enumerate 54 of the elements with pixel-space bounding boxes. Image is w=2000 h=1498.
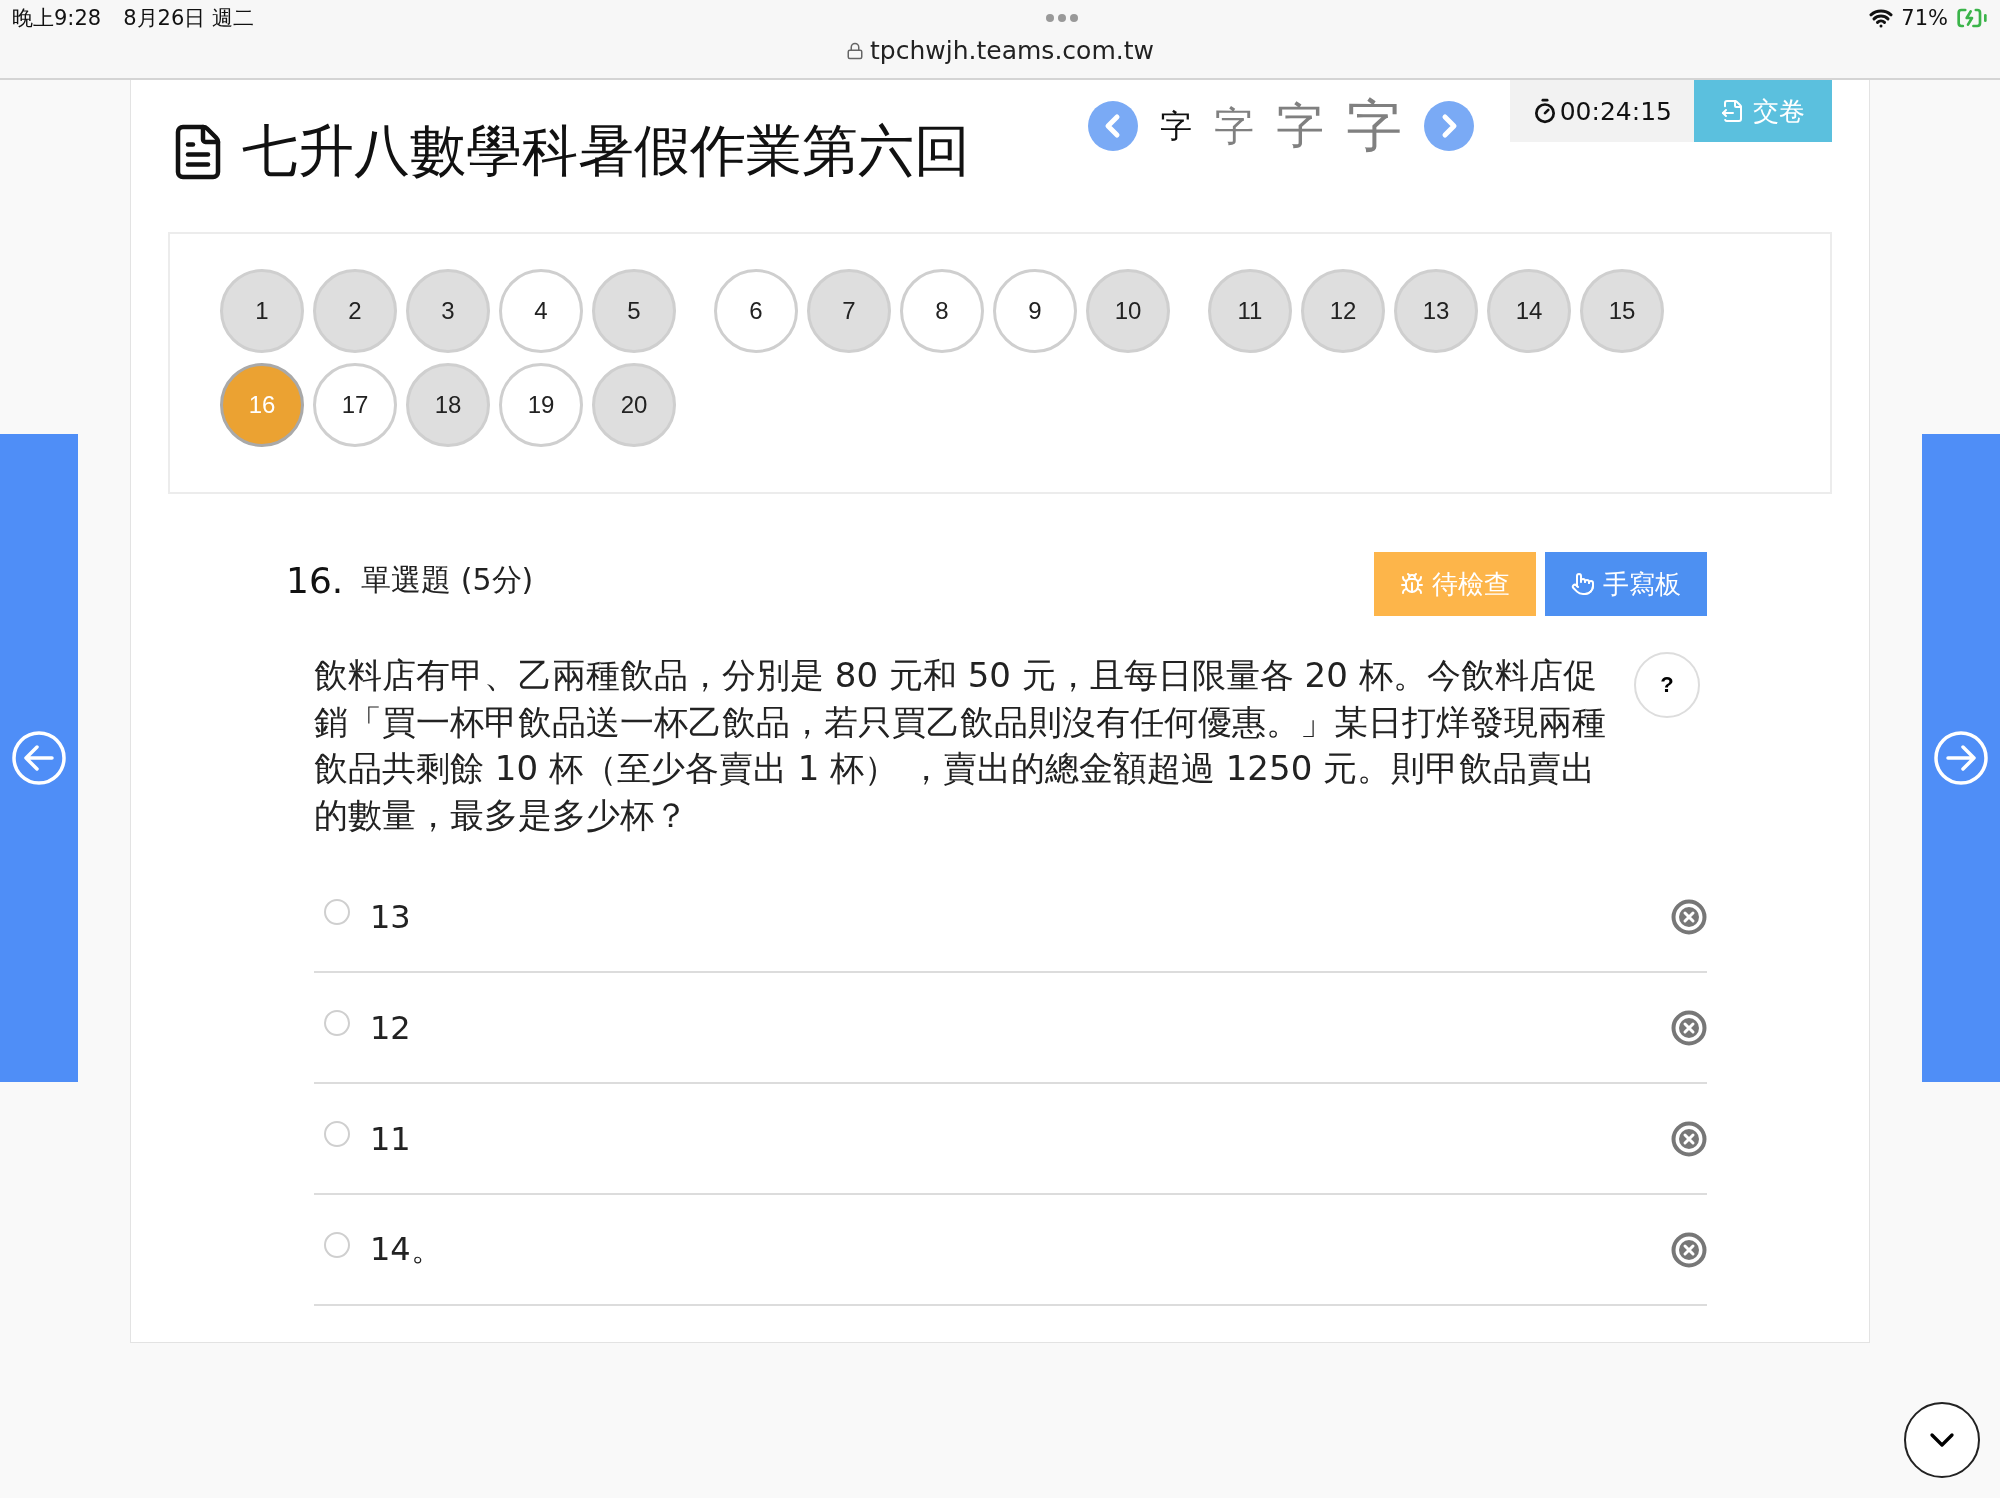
question-number-button[interactable]: 12 [1301, 269, 1385, 353]
font-size-option[interactable]: 字 [1213, 106, 1254, 146]
question-number-button[interactable]: 20 [592, 363, 676, 447]
timer-display: 00:24:15 [1509, 80, 1694, 142]
bug-icon [1400, 572, 1424, 596]
arrow-left-circle-icon [11, 730, 67, 786]
font-size-option[interactable]: 字 [1275, 102, 1324, 150]
remove-option-icon[interactable] [1671, 1009, 1707, 1046]
radio-button[interactable] [324, 1231, 350, 1258]
font-larger-button[interactable] [1423, 101, 1474, 151]
question-number-button[interactable]: 4 [499, 269, 583, 353]
option-text[interactable]: 11 [370, 1119, 1671, 1158]
help-button[interactable]: ? [1634, 652, 1700, 718]
question-number-button[interactable]: 11 [1208, 269, 1292, 353]
question-number-button[interactable]: 7 [807, 269, 891, 353]
question-number-button[interactable]: 19 [499, 363, 583, 447]
hand-pointer-icon [1571, 572, 1595, 596]
option-text[interactable]: 13 [370, 897, 1671, 936]
font-size-option[interactable]: 字 [1345, 98, 1402, 154]
question-number-button[interactable]: 10 [1086, 269, 1170, 353]
question-number-button[interactable]: 3 [406, 269, 490, 353]
lock-icon [846, 41, 865, 60]
question-number-button[interactable]: 8 [900, 269, 984, 353]
remove-option-icon[interactable] [1671, 898, 1707, 935]
question-number-button[interactable]: 14 [1487, 269, 1571, 353]
question-number-button[interactable]: 2 [313, 269, 397, 353]
font-smaller-button[interactable] [1087, 101, 1138, 151]
more-dots-icon[interactable] [1044, 13, 1079, 23]
question-number: 16. [286, 559, 344, 601]
question-number-button[interactable]: 15 [1580, 269, 1664, 353]
question-number-button[interactable]: 6 [714, 269, 798, 353]
arrow-right-circle-icon [1933, 730, 1989, 786]
radio-button[interactable] [324, 898, 350, 925]
question-number-button[interactable]: 13 [1394, 269, 1478, 353]
radio-button[interactable] [324, 1009, 350, 1036]
page-title: 七升八數學科暑假作業第六回 [242, 117, 970, 185]
question-number-button[interactable]: 9 [993, 269, 1077, 353]
question-text: 飲料店有甲、乙兩種飲品，分別是 80 元和 50 元，且每日限量各 20 杯。今飲料店促銷「買一杯甲飲品送一杯乙飲品，若只買乙飲品則沒有任何優惠。」某日打烊發現兩種飲品共剩餘 10 杯（至少各賣出 1 杯） ，賣出的總金額超過 1250 元。則甲飲品賣出的數量，最多是多少杯？ [314, 654, 1607, 837]
document-icon [1721, 99, 1745, 123]
question-number-button[interactable]: 1 [220, 269, 304, 353]
remove-option-icon[interactable] [1671, 1120, 1707, 1157]
url-text[interactable]: tpchwjh.teams.com.tw [870, 36, 1154, 65]
option-text[interactable]: 12 [370, 1008, 1671, 1047]
font-size-option[interactable]: 字 [1159, 110, 1192, 142]
question-number-button[interactable]: 5 [592, 269, 676, 353]
status-date: 8月26日 週二 [123, 5, 254, 32]
question-number-button[interactable]: 18 [406, 363, 490, 447]
question-number-button[interactable]: 17 [313, 363, 397, 447]
option-text[interactable]: 14。 [370, 1227, 1671, 1272]
radio-button[interactable] [324, 1120, 350, 1147]
status-time: 晚上9:28 [12, 5, 102, 32]
remove-option-icon[interactable] [1671, 1231, 1707, 1268]
question-type: 單選題 (5分) [361, 560, 535, 599]
battery-percent: 71% [1901, 6, 1948, 30]
